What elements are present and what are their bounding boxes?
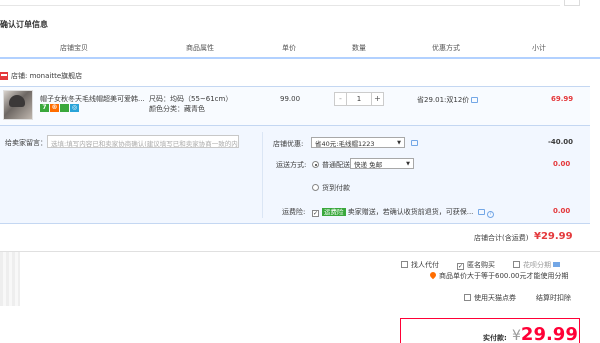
actual-pay-amount: ¥29.99: [512, 324, 578, 343]
shop-icon: [0, 72, 8, 80]
insurance-tag: 运费险: [322, 208, 346, 216]
insurance-chat-icon[interactable]: [477, 209, 485, 215]
currency-symbol: ¥: [512, 328, 521, 343]
seven-day-return-icon[interactable]: 7: [40, 104, 49, 112]
shipping-option-normal[interactable]: 普通配送: [312, 160, 350, 170]
col-header-attr: 商品属性: [186, 44, 214, 52]
qty-input[interactable]: 1: [347, 93, 371, 105]
card-icon: [553, 262, 561, 267]
installment-option[interactable]: 花呗分期: [513, 260, 561, 270]
attr-color: 颜色分类：藏青色: [149, 105, 205, 113]
shop-promo-label: 店铺优惠:: [273, 140, 304, 148]
dropdown-arrow-icon: ▼: [397, 139, 401, 146]
order-item-row: [0, 86, 590, 126]
message-input[interactable]: 选填:填写内容已和卖家协商确认(建议填写已和卖家协商一致的内容): [47, 135, 239, 148]
shop-total-amount: ¥29.99: [534, 231, 573, 242]
promo-text: 省29.01:双12价: [417, 96, 470, 104]
col-header-item: 店铺宝贝: [60, 44, 88, 52]
section-divider: [0, 251, 600, 252]
insurance-label: 运费险:: [282, 208, 306, 216]
product-name-link[interactable]: 帽子女秋冬天毛线帽超美可爱韩...: [40, 94, 144, 104]
unit-price: 99.00: [280, 95, 301, 103]
tmall-points-label: 使用天猫点券: [474, 294, 516, 302]
anonymous-checkbox[interactable]: ✓: [457, 263, 464, 270]
qty-minus-button[interactable]: -: [335, 93, 347, 105]
radio-cod[interactable]: [312, 184, 319, 191]
installment-checkbox[interactable]: [513, 261, 520, 268]
col-header-qty: 数量: [352, 44, 366, 52]
col-header-promo: 优惠方式: [432, 44, 460, 52]
dropdown-arrow-icon: ▼: [406, 160, 410, 167]
promo-method: 省29.01:双12价: [417, 95, 479, 105]
message-label: 给卖家留言：: [5, 139, 47, 147]
shipping-label: 运送方式:: [276, 161, 307, 169]
attr-size: 尺码：均码（55~61cm）: [149, 95, 233, 103]
shop-promo-info-icon[interactable]: [411, 140, 418, 146]
proxy-pay-label: 找人代付: [411, 261, 439, 269]
top-corner-tab: [564, 0, 580, 6]
tmall-points-option[interactable]: 使用天猫点券: [464, 293, 516, 303]
shop-total-label: 店铺合计(含运费): [474, 234, 529, 242]
insurance-text: 卖家赠送，若确认收货前退货，可获保...: [347, 208, 474, 216]
left-edge-graphic: [0, 252, 20, 306]
service-icon[interactable]: ◎: [70, 104, 79, 112]
brand-guarantee-icon[interactable]: ®: [50, 104, 59, 112]
installment-notice-text: 商品单价大于等于600.00元才能使用分期: [439, 272, 569, 280]
help-icon[interactable]: ?: [486, 211, 494, 218]
shop-row: 店铺: monaitte旗舰店: [0, 70, 82, 82]
col-header-subtotal: 小计: [532, 44, 546, 52]
shipping-option-normal-label: 普通配送: [322, 161, 350, 169]
radio-normal-shipping[interactable]: [312, 161, 319, 168]
shop-promo-amount: -40.00: [548, 138, 574, 146]
col-header-price: 单价: [282, 44, 296, 52]
shipping-option-cod-label: 货到付款: [322, 184, 350, 192]
location-pin-icon: [428, 270, 438, 280]
installment-notice: 商品单价大于等于600.00元才能使用分期: [428, 270, 569, 281]
hat-image-shape: [9, 95, 25, 107]
shipping-selected: 快递 免邮: [354, 160, 383, 169]
header-divider: [0, 57, 600, 59]
anonymous-option[interactable]: ✓ 匿名购买: [457, 260, 495, 270]
top-divider: [0, 0, 560, 6]
page-title: 确认订单信息: [0, 20, 48, 29]
promo-info-icon[interactable]: [471, 97, 479, 103]
shipping-amount: 0.00: [553, 160, 571, 168]
insurance-amount: 0.00: [553, 207, 571, 215]
qty-plus-button[interactable]: +: [371, 93, 383, 105]
authentic-icon[interactable]: [60, 104, 69, 112]
actual-pay-label: 实付款:: [483, 334, 507, 342]
shop-name[interactable]: 店铺: monaitte旗舰店: [11, 71, 82, 81]
proxy-pay-checkbox[interactable]: [401, 261, 408, 268]
service-badges: 7 ® ◎: [40, 104, 79, 112]
proxy-pay-option[interactable]: 找人代付: [401, 260, 439, 270]
insurance-row: ✓ 运费险 卖家赠送，若确认收货前退货，可获保... ?: [312, 206, 494, 218]
insurance-checkbox[interactable]: ✓: [312, 210, 319, 217]
points-deduct-note: 结算时扣除: [536, 294, 571, 302]
shipping-select[interactable]: 快递 免邮 ▼: [350, 158, 414, 169]
shop-promo-select[interactable]: 省40元:毛线帽1223 ▼: [311, 137, 405, 148]
shop-promo-selected: 省40元:毛线帽1223: [315, 139, 375, 148]
item-subtotal: 69.99: [551, 95, 574, 103]
shipping-option-cod[interactable]: 货到付款: [312, 183, 350, 193]
installment-label: 花呗分期: [523, 261, 551, 269]
options-divider: [262, 132, 263, 218]
anonymous-label: 匿名购买: [467, 261, 495, 269]
quantity-stepper: - 1 +: [334, 92, 384, 106]
tmall-points-checkbox[interactable]: [464, 294, 471, 301]
actual-pay-value: 29.99: [520, 324, 578, 343]
